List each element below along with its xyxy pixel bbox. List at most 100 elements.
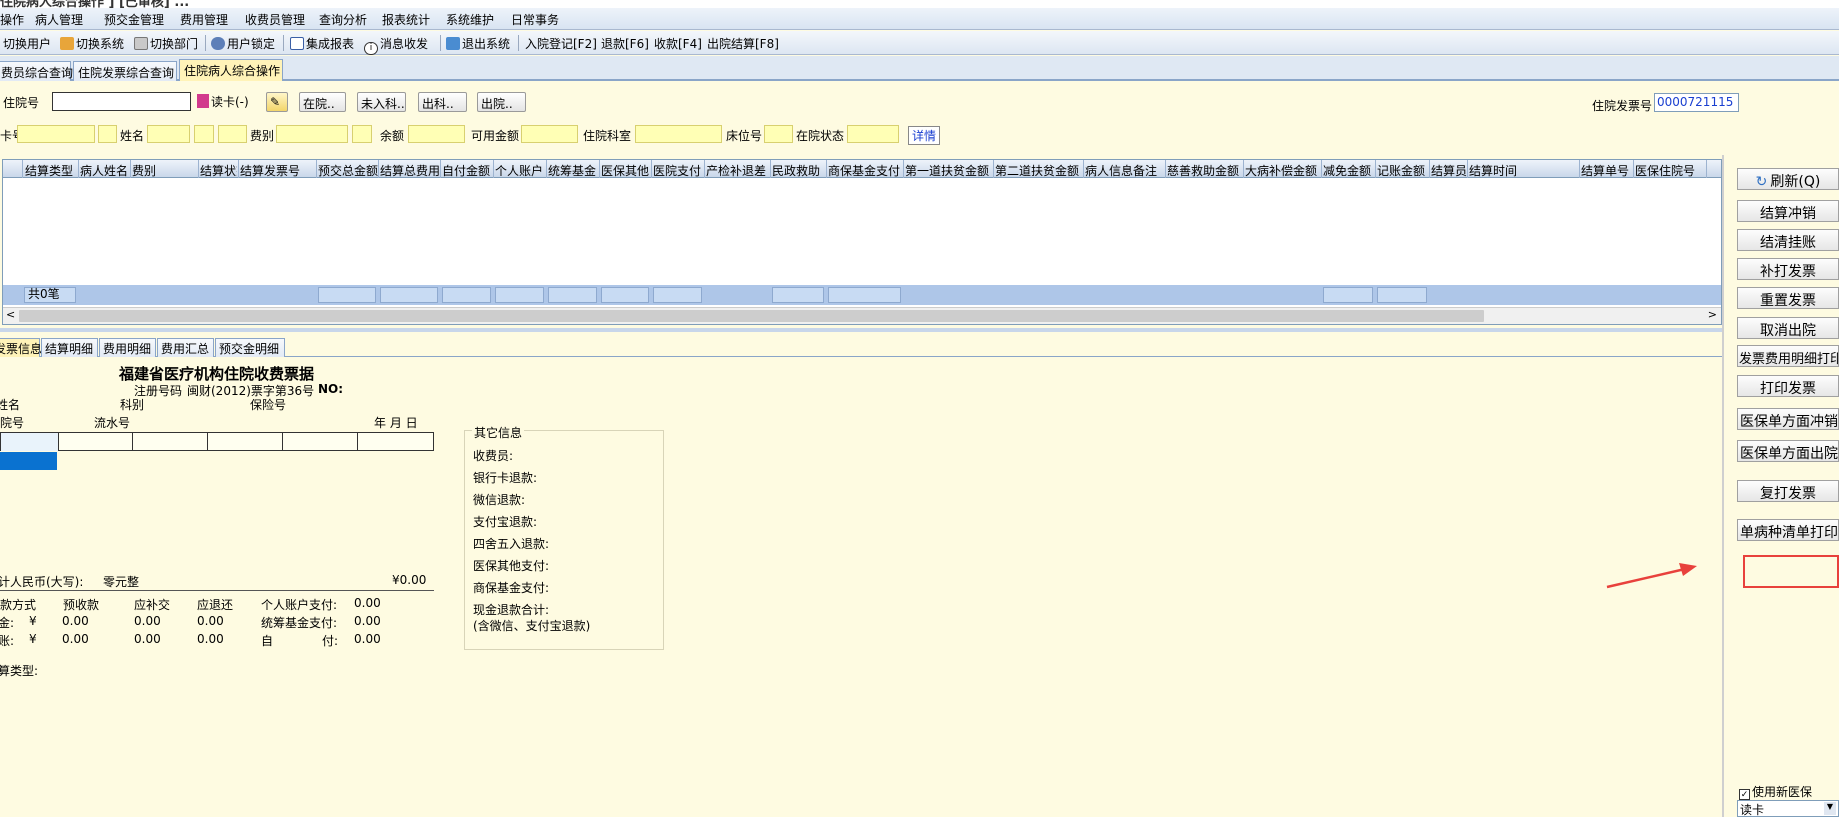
col-pooled-fund[interactable]: 统筹基金: [548, 162, 598, 179]
insurance-reverse-button[interactable]: 医保单方面冲销: [1737, 408, 1839, 430]
invoice-detail-print-button[interactable]: 发票费用明细打印: [1737, 345, 1839, 367]
admit-button[interactable]: 入院登记[F2]: [525, 35, 597, 52]
grid-horizontal-scrollbar[interactable]: < >: [3, 307, 1721, 324]
col-settler[interactable]: 结算员: [1431, 162, 1468, 179]
reprint-invoice-button[interactable]: 补打发票: [1737, 258, 1839, 280]
scroll-right-icon[interactable]: >: [1708, 308, 1717, 321]
col-patient-name[interactable]: 病人姓名: [80, 162, 130, 179]
card-extra-field[interactable]: [98, 125, 117, 143]
read-card-button[interactable]: 读卡(-): [197, 93, 249, 110]
tab-fee-summary[interactable]: 费用汇总: [157, 338, 214, 357]
invoice-no-field[interactable]: 0000721115: [1654, 93, 1739, 112]
menu-daily[interactable]: 日常事务: [511, 11, 559, 28]
col-poverty-1[interactable]: 第一道扶贫金额: [905, 162, 994, 179]
col-major-illness[interactable]: 大病补偿金额: [1245, 162, 1322, 179]
tab-patient-operation[interactable]: 住院病人综合操作: [179, 59, 283, 81]
col-bookkeeping[interactable]: 记账金额: [1377, 162, 1430, 179]
col-settle-type[interactable]: 结算类型: [25, 162, 77, 179]
col-prenatal-diff[interactable]: 产检补退差: [706, 162, 771, 179]
not-admitted-button[interactable]: 未入科..: [357, 92, 406, 112]
menu-cashier[interactable]: 收费员管理: [245, 11, 305, 28]
col-settle-total[interactable]: 结算总费用: [380, 162, 440, 179]
detail-link[interactable]: 详情: [908, 126, 941, 145]
charge-button[interactable]: 收款[F4]: [654, 35, 702, 52]
col-poverty-2[interactable]: 第二道扶贫金额: [995, 162, 1084, 179]
card-type-select[interactable]: 读卡 ▼: [1737, 800, 1839, 817]
col-prepay-total[interactable]: 预交总金额: [318, 162, 378, 179]
col-charity-aid[interactable]: 慈善救助金额: [1167, 162, 1244, 179]
exit-button[interactable]: 退出系统: [446, 35, 510, 52]
bed-field[interactable]: [764, 125, 793, 143]
single-disease-print-button[interactable]: 单病种清单打印: [1737, 519, 1839, 541]
in-hospital-button[interactable]: 在院..: [299, 92, 346, 112]
receipt-item-table: [0, 432, 434, 451]
print-invoice-button[interactable]: 打印发票: [1737, 375, 1839, 397]
tab-settle-detail[interactable]: 结算明细: [41, 338, 98, 357]
menu-fees[interactable]: 费用管理: [180, 11, 228, 28]
cash-supplement: 0.00: [134, 614, 161, 628]
menu-query[interactable]: 查询分析: [319, 11, 367, 28]
col-civil-aid[interactable]: 民政救助: [772, 162, 827, 179]
scroll-thumb[interactable]: [19, 310, 1484, 322]
hosp-no-input[interactable]: [52, 92, 191, 111]
ward-label: 住院科室: [583, 129, 632, 143]
fee-type-extra-field[interactable]: [352, 125, 372, 143]
ward-field[interactable]: [635, 125, 722, 143]
tab-prepay-detail[interactable]: 预交金明细: [215, 338, 285, 357]
user-lock-button[interactable]: 用户锁定: [211, 35, 275, 52]
menu-system[interactable]: 系统维护: [446, 11, 494, 28]
col-waiver[interactable]: 减免金额: [1323, 162, 1376, 179]
out-dept-button[interactable]: 出科..: [418, 92, 467, 112]
messages-button[interactable]: i 消息收发: [364, 35, 428, 55]
integrated-report-button[interactable]: 集成报表: [290, 35, 354, 52]
chevron-down-icon[interactable]: ▼: [1824, 802, 1836, 815]
fee-type-field[interactable]: [276, 125, 348, 143]
card-field[interactable]: [17, 125, 95, 143]
menu-operate[interactable]: 操作: [0, 11, 24, 28]
col-hospital-pay[interactable]: 医院支付: [653, 162, 703, 179]
col-insurance-other[interactable]: 医保其他: [601, 162, 651, 179]
menu-reports[interactable]: 报表统计: [382, 11, 430, 28]
col-settle-status[interactable]: 结算状态: [200, 162, 237, 179]
switch-system-button[interactable]: 切换系统: [60, 35, 124, 52]
menu-patient[interactable]: 病人管理: [35, 11, 83, 28]
available-amount-field[interactable]: [521, 125, 578, 143]
scroll-left-icon[interactable]: <: [6, 308, 15, 321]
selected-cell[interactable]: [0, 452, 57, 470]
col-fee-type[interactable]: 费别: [132, 162, 198, 179]
age-field[interactable]: [218, 125, 247, 143]
col-ins-hosp-no[interactable]: 医保住院号: [1635, 162, 1705, 179]
menu-prepay[interactable]: 预交金管理: [104, 11, 164, 28]
tab-fee-detail[interactable]: 费用明细: [99, 338, 156, 357]
pencil-icon[interactable]: ✎: [266, 92, 288, 112]
col-patient-note[interactable]: 病人信息备注: [1085, 162, 1166, 179]
discharge-settle-button[interactable]: 出院结算[F8]: [707, 35, 779, 52]
settle-reverse-button[interactable]: 结算冲销: [1737, 200, 1839, 222]
discharged-button[interactable]: 出院..: [477, 92, 526, 112]
reset-invoice-button[interactable]: 重置发票: [1737, 287, 1839, 309]
refresh-button[interactable]: ↻ 刷新(Q): [1737, 168, 1839, 190]
cancel-discharge-button[interactable]: 取消出院: [1737, 317, 1839, 339]
status-field[interactable]: [847, 125, 899, 143]
insurance-discharge-button[interactable]: 医保单方面出院: [1737, 440, 1839, 462]
balance-field[interactable]: [408, 125, 465, 143]
col-settle-no[interactable]: 结算单号: [1581, 162, 1633, 179]
switch-dept-button[interactable]: 切换部门: [134, 35, 198, 52]
splitter[interactable]: [0, 328, 1722, 332]
col-invoice-no[interactable]: 结算发票号: [240, 162, 316, 179]
gender-field[interactable]: [194, 125, 214, 143]
col-settle-time[interactable]: 结算时间: [1469, 162, 1580, 179]
tab-cashier-query[interactable]: 费员综合查询: [0, 61, 73, 81]
col-personal-account[interactable]: 个人账户: [495, 162, 545, 179]
tab-invoice-info[interactable]: 发票信息: [0, 338, 42, 357]
tab-invoice-query[interactable]: 住院发票综合查询: [73, 61, 177, 81]
col-self-pay[interactable]: 自付金额: [442, 162, 492, 179]
col-commercial-fund[interactable]: 商保基金支付: [828, 162, 904, 179]
column-divider: [78, 160, 79, 178]
name-field[interactable]: [147, 125, 190, 143]
refund-button[interactable]: 退款[F6]: [601, 35, 649, 52]
use-new-insurance-checkbox[interactable]: ✓ 使用新医保: [1739, 783, 1812, 800]
reprint-button[interactable]: 复打发票: [1737, 480, 1839, 502]
settle-clear-button[interactable]: 结清挂账: [1737, 229, 1839, 251]
switch-user-button[interactable]: 切换用户: [3, 35, 51, 52]
